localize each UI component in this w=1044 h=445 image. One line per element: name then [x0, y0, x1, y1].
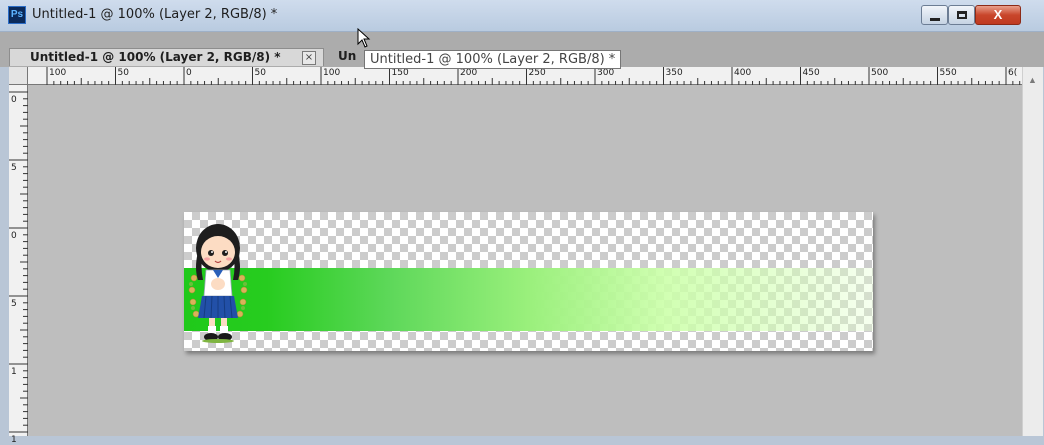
ruler-label-h: 450	[802, 68, 820, 78]
document-canvas[interactable]	[184, 212, 873, 351]
ruler-label-v: 5	[11, 163, 17, 173]
title-bar: Ps Untitled-1 @ 100% (Layer 2, RGB/8) * …	[0, 0, 1044, 32]
ruler-label-h: 100	[49, 68, 67, 78]
tab-tooltip: Untitled-1 @ 100% (Layer 2, RGB/8) *	[364, 50, 622, 69]
canvas-workspace[interactable]	[28, 85, 1022, 436]
mouse-pointer-icon	[357, 28, 371, 48]
ruler-label-v: 1	[11, 435, 17, 445]
maximize-button[interactable]	[948, 5, 975, 25]
photoshop-app-icon[interactable]: Ps	[8, 6, 26, 24]
tab-untitled-1[interactable]: Untitled-1 @ 100% (Layer 2, RGB/8) * ×	[9, 48, 324, 66]
ruler-ticks-v	[9, 91, 28, 433]
minimize-icon	[930, 18, 940, 21]
minimize-button[interactable]	[921, 5, 948, 25]
ruler-label-h: 100	[323, 68, 341, 78]
ruler-label-h: 300	[597, 68, 615, 78]
ruler-origin[interactable]	[9, 67, 28, 85]
maximize-icon	[957, 11, 967, 19]
schoolgirl-clipart	[188, 224, 248, 343]
window-title: Untitled-1 @ 100% (Layer 2, RGB/8) *	[32, 7, 278, 22]
ruler-label-h: 150	[391, 68, 409, 78]
ruler-label-h: 200	[460, 68, 478, 78]
ruler-label-v: 0	[11, 95, 17, 105]
close-icon: X	[993, 7, 1003, 22]
vertical-scrollbar[interactable]: ▲	[1022, 67, 1043, 436]
ruler-label-h: 6(	[1008, 68, 1018, 78]
scroll-up-icon[interactable]: ▲	[1028, 75, 1037, 85]
tab-label: Untitled-1 @ 100% (Layer 2, RGB/8) *	[30, 50, 281, 64]
tab-close-icon[interactable]: ×	[302, 51, 316, 65]
green-gradient-layer	[184, 268, 873, 331]
ruler-label-h: 250	[528, 68, 546, 78]
ruler-label-v: 1	[11, 367, 17, 377]
vertical-ruler[interactable]: 0 5 0 5 1 1	[9, 85, 28, 445]
ruler-label-h: 50	[254, 68, 266, 78]
ruler-label-v: 5	[11, 299, 17, 309]
ruler-label-h: 500	[871, 68, 889, 78]
horizontal-ruler[interactable]: 100 50 0 50 100 150 200 250 300 350 400 450 500 550 6(	[9, 67, 1042, 85]
ruler-label-h: 350	[665, 68, 683, 78]
ruler-label-v: 0	[11, 231, 17, 241]
ruler-label-h: 0	[186, 68, 192, 78]
close-window-button[interactable]: X	[975, 5, 1021, 25]
ruler-label-h: 550	[939, 68, 957, 78]
ruler-label-h: 50	[117, 68, 129, 78]
ruler-label-h: 400	[734, 68, 752, 78]
